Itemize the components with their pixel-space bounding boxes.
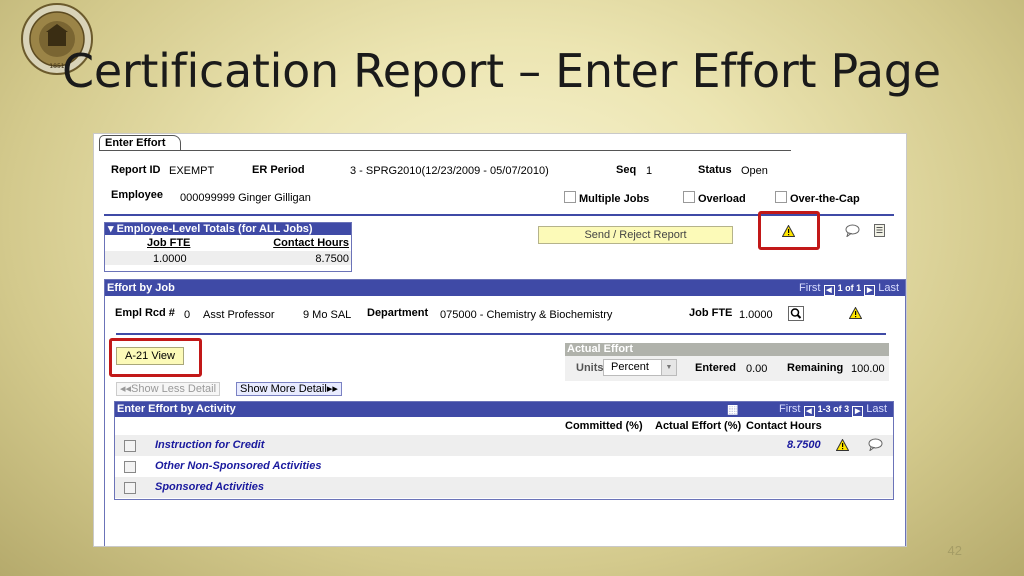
multiple-jobs-check xyxy=(564,191,576,203)
row-checkbox[interactable] xyxy=(124,482,136,494)
peoplesoft-screenshot: Enter Effort Report ID EXEMPT ER Period … xyxy=(93,133,907,547)
double-right-arrow-icon: ▸▸ xyxy=(326,383,338,395)
double-left-arrow-icon: ◂◂ xyxy=(120,383,132,395)
employee-totals-title: Employee-Level Totals (for ALL Jobs) xyxy=(116,223,313,235)
job-navigation: First ◀ 1 of 1 ▶ Last xyxy=(799,280,899,296)
job-nav-first[interactable]: First xyxy=(799,282,820,294)
comment-bubble-icon[interactable] xyxy=(845,224,860,237)
actual-effort-box: Actual Effort Units Percent ▼ Entered 0.… xyxy=(565,343,889,381)
table-row[interactable]: Other Non-Sponsored Activities xyxy=(115,456,893,477)
over-the-cap-check xyxy=(775,191,787,203)
employee-value: 000099999 Ginger Gilligan xyxy=(180,192,311,204)
job-fte-col-header[interactable]: Job FTE xyxy=(147,237,190,249)
page-number: 42 xyxy=(947,543,962,558)
empl-rcd-label: Empl Rcd # xyxy=(115,307,175,319)
table-row[interactable]: Sponsored Activities xyxy=(115,477,893,498)
job-warning-icon[interactable] xyxy=(849,307,862,319)
slide-title: Certification Report – Enter Effort Page xyxy=(62,44,941,98)
seq-value: 1 xyxy=(646,165,653,177)
job-fte-label: Job FTE xyxy=(689,307,733,319)
entered-label: Entered xyxy=(695,362,736,374)
multiple-jobs-label: Multiple Jobs xyxy=(579,193,650,205)
enter-effort-by-activity-grid: Enter Effort by Activity ▦ First ◀ 1-3 o… xyxy=(114,401,894,500)
send-reject-report-button[interactable]: Send / Reject Report xyxy=(538,226,733,244)
overload-checkbox: Overload xyxy=(683,191,746,205)
report-id-label: Report ID xyxy=(111,164,161,176)
row-checkbox[interactable] xyxy=(124,461,136,473)
contact-hours-col-header: Contact Hours xyxy=(746,420,822,432)
activity-link-other-non-sponsored[interactable]: Other Non-Sponsored Activities xyxy=(155,460,321,472)
grid-view-icon[interactable]: ▦ xyxy=(727,402,738,417)
show-more-detail-label: Show More Detail xyxy=(240,383,327,395)
employee-job-fte-value: 1.0000 xyxy=(153,253,187,265)
multiple-jobs-checkbox: Multiple Jobs xyxy=(564,191,649,205)
effort-by-job-title: Effort by Job xyxy=(107,282,175,294)
activity-title: Enter Effort by Activity xyxy=(117,403,236,415)
lookup-magnifier-icon[interactable] xyxy=(788,306,804,321)
salary-plan-value: 9 Mo SAL xyxy=(303,309,352,321)
table-row[interactable]: Instruction for Credit 8.7500 xyxy=(115,435,893,456)
department-label: Department xyxy=(367,307,429,319)
committed-col-header: Committed (%) xyxy=(565,420,643,432)
over-the-cap-checkbox: Over-the-Cap xyxy=(775,191,860,205)
job-nav-prev-icon[interactable]: ◀ xyxy=(823,285,835,296)
job-title-value: Asst Professor xyxy=(203,309,275,321)
warning-icon[interactable] xyxy=(782,225,795,237)
units-select[interactable]: Percent ▼ xyxy=(603,359,677,376)
activity-nav-prev-icon[interactable]: ◀ xyxy=(803,406,815,417)
row-checkbox[interactable] xyxy=(124,440,136,452)
job-divider xyxy=(116,333,886,335)
a21-view-button[interactable]: A-21 View xyxy=(116,347,184,365)
contact-hours-col-header[interactable]: Contact Hours xyxy=(273,237,349,249)
entered-value: 0.00 xyxy=(746,363,768,375)
status-label: Status xyxy=(698,164,732,176)
department-value: 075000 - Chemistry & Biochemistry xyxy=(440,309,613,321)
status-value: Open xyxy=(741,165,768,177)
report-id-value: EXEMPT xyxy=(169,165,215,177)
chevron-down-icon[interactable]: ▼ xyxy=(661,360,676,375)
activity-contact-hours: 8.7500 xyxy=(787,439,821,451)
activity-comment-icon[interactable] xyxy=(868,438,883,451)
show-more-detail-button[interactable]: Show More Detail▸▸ xyxy=(236,382,342,396)
show-less-detail-label: Show Less Detail xyxy=(131,383,217,395)
employee-totals-header[interactable]: ▾ Employee-Level Totals (for ALL Jobs) xyxy=(105,223,351,235)
activity-nav-last[interactable]: Last xyxy=(866,403,887,415)
job-nav-last[interactable]: Last xyxy=(878,282,899,294)
notes-list-icon[interactable] xyxy=(874,224,885,237)
remaining-value: 100.00 xyxy=(851,363,885,375)
activity-link-sponsored[interactable]: Sponsored Activities xyxy=(155,481,264,493)
er-period-label: ER Period xyxy=(252,164,305,176)
units-label: Units xyxy=(576,362,604,374)
actual-effort-col-header: Actual Effort (%) xyxy=(655,420,742,432)
job-fte-value: 1.0000 xyxy=(739,309,773,321)
tab-enter-effort[interactable]: Enter Effort xyxy=(99,135,181,150)
overload-check xyxy=(683,191,695,203)
empl-rcd-value: 0 xyxy=(184,309,191,321)
tab-underline xyxy=(99,150,791,151)
job-nav-count: 1 of 1 xyxy=(837,283,862,293)
er-period-value: 3 - SPRG2010(12/23/2009 - 05/07/2010) xyxy=(350,165,549,177)
employee-label: Employee xyxy=(111,189,163,201)
activity-link-instruction[interactable]: Instruction for Credit xyxy=(155,439,264,451)
collapse-triangle-icon[interactable]: ▾ xyxy=(108,223,114,235)
show-less-detail-button[interactable]: ◂◂Show Less Detail xyxy=(116,382,221,396)
employee-contact-hours-value: 8.7500 xyxy=(315,253,349,265)
actual-effort-title: Actual Effort xyxy=(565,343,889,356)
seq-label: Seq xyxy=(616,164,637,176)
activity-nav-count: 1-3 of 3 xyxy=(817,404,850,414)
activity-nav-first[interactable]: First xyxy=(779,403,800,415)
employee-totals-box: ▾ Employee-Level Totals (for ALL Jobs) J… xyxy=(104,222,352,272)
effort-by-job-header: Effort by Job First ◀ 1 of 1 ▶ Last xyxy=(105,280,905,296)
activity-warning-icon[interactable] xyxy=(836,439,849,451)
over-the-cap-label: Over-the-Cap xyxy=(790,193,860,205)
activity-nav-next-icon[interactable]: ▶ xyxy=(852,406,864,417)
activity-navigation: First ◀ 1-3 of 3 ▶ Last xyxy=(779,402,887,417)
overload-label: Overload xyxy=(698,193,746,205)
job-nav-next-icon[interactable]: ▶ xyxy=(864,285,876,296)
units-select-value: Percent xyxy=(611,361,649,373)
activity-header: Enter Effort by Activity ▦ First ◀ 1-3 o… xyxy=(115,402,893,417)
remaining-label: Remaining xyxy=(787,362,844,374)
